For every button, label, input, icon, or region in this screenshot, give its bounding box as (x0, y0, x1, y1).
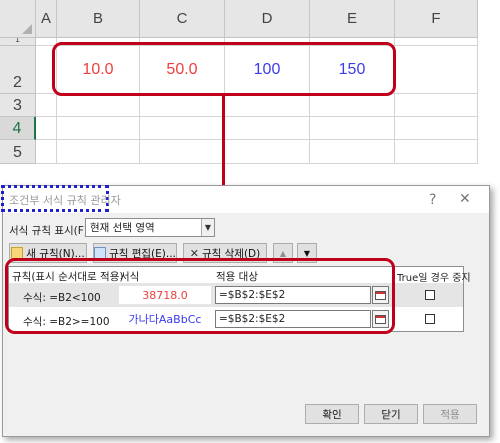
show-rules-label: 서식 규칙 표시(F): (9, 225, 92, 237)
show-rules-select[interactable]: 현재 선택 영역 ▼ (85, 218, 215, 237)
dialog-title: 조건부 서식 규칙 관리자 (9, 194, 121, 207)
chevron-down-icon[interactable]: ▼ (201, 219, 214, 236)
column-header-c[interactable]: C (140, 0, 225, 38)
stop-if-true-checkbox[interactable] (425, 290, 435, 300)
corner-triangle-icon (22, 24, 32, 34)
close-button[interactable]: 닫기 (364, 404, 418, 424)
select-all-corner[interactable] (0, 0, 36, 38)
column-header-e[interactable]: E (310, 0, 395, 38)
row-header-1[interactable]: 1 (0, 38, 36, 46)
gridline (36, 163, 478, 164)
conditional-format-rules-manager-dialog: 조건부 서식 규칙 관리자 ? ✕ 서식 규칙 표시(F): 현재 선택 영역 … (1, 185, 490, 437)
stop-if-true-checkbox[interactable] (425, 314, 435, 324)
column-header-b[interactable]: B (57, 0, 140, 38)
column-header-d[interactable]: D (225, 0, 310, 38)
row-header-2[interactable]: 2 (0, 46, 36, 94)
row-header-3[interactable]: 3 (0, 94, 36, 117)
help-icon[interactable]: ? (429, 192, 436, 208)
gridline (477, 38, 478, 164)
arrow-up-icon: ▲ (279, 248, 287, 258)
column-header-f[interactable]: F (395, 0, 478, 38)
row-header-4[interactable]: 4 (0, 117, 36, 140)
close-icon[interactable]: ✕ (459, 191, 471, 207)
gridline (36, 116, 478, 117)
spreadsheet: A B C D E F 1 2 3 4 5 10.0 50.0 100 150 (0, 0, 478, 165)
arrow-down-icon: ▼ (303, 248, 311, 258)
range-highlight (52, 42, 396, 96)
ok-button[interactable]: 확인 (305, 404, 359, 424)
rules-highlight (5, 258, 395, 334)
row-header-5[interactable]: 5 (0, 140, 36, 164)
apply-button[interactable]: 적용 (423, 404, 477, 424)
column-header-stop-if-true: True일 경우 중지 (397, 273, 471, 284)
gridline (36, 139, 478, 140)
column-header-a[interactable]: A (36, 0, 57, 38)
show-rules-value: 현재 선택 영역 (90, 222, 155, 234)
